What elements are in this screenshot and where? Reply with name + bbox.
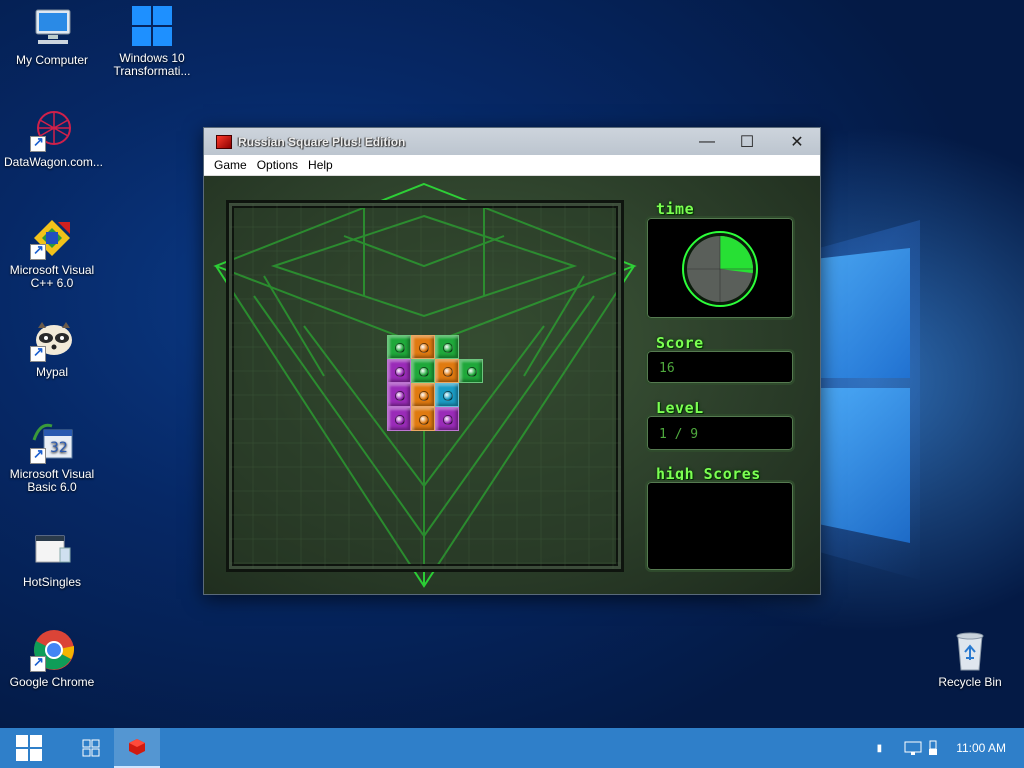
score-value: 16 [659,361,675,376]
desktop-icon-recycle-bin[interactable]: Recycle Bin [922,628,1018,689]
block-orange [411,383,435,407]
block-purple [435,407,459,431]
block-gem-icon [419,415,429,425]
mypal-raccoon-icon [30,318,74,362]
desktop-icon-label: Microsoft Visual C++ 6.0 [9,263,95,290]
block-purple [387,359,411,383]
desktop-icon-windows-10-transformation[interactable]: Windows 10 Transformati... [104,4,200,78]
desktop-icon-label: HotSingles [22,575,82,589]
russian-square-app-icon [129,739,145,755]
start-button[interactable] [0,728,58,768]
block-gem-icon [443,343,453,353]
block-gem-icon [443,391,453,401]
block-green [387,335,411,359]
menu-game[interactable]: Game [209,158,252,172]
desktop-icon-my-computer[interactable]: My Computer [4,6,100,67]
block-orange [435,359,459,383]
russian-square-window: Russian Square Plus! Edition — ☐ ✕ Game … [203,127,821,595]
desktop-icon-label: DataWagon.com... [4,155,103,169]
block-orange [411,407,435,431]
taskbar-russian-square[interactable] [114,728,160,768]
maximize-button[interactable]: ☐ [724,128,770,155]
desktop-icon-hotsingles[interactable]: HotSingles [4,528,100,589]
desktop-icon-label: My Computer [15,53,89,67]
block-green [435,335,459,359]
shortcut-arrow-icon [30,447,46,464]
desktop-icon-label: Mypal [35,365,68,379]
block-gem-icon [443,415,453,425]
block-cyan [435,383,459,407]
windows-logo-icon [130,4,174,48]
taskbar-clock[interactable]: 11:00 AM [956,741,1006,755]
block-gem-icon [395,391,405,401]
window-titlebar[interactable]: Russian Square Plus! Edition — ☐ ✕ [204,128,820,155]
desktop-icon-datawagon[interactable]: DataWagon.com... [4,108,103,169]
block-gem-icon [467,367,477,377]
svg-text:32: 32 [50,440,68,456]
shortcut-arrow-icon [30,135,46,152]
game-board[interactable] [226,200,624,572]
shortcut-arrow-icon [30,345,46,362]
task-view-button[interactable] [68,728,114,768]
datawagon-icon [30,108,74,152]
menu-help[interactable]: Help [303,158,338,172]
shortcut-arrow-icon [30,655,46,672]
high-scores-panel [645,480,795,572]
network-icon[interactable] [904,740,922,756]
level-panel: 1 / 9 [645,414,795,452]
block-gem-icon [395,343,405,353]
desktop-icon-visual-cpp[interactable]: Microsoft Visual C++ 6.0 [4,216,100,290]
block-gem-icon [419,343,429,353]
block-gem-icon [395,415,405,425]
desktop-icon-visual-basic[interactable]: 32 Microsoft Visual Basic 6.0 [4,420,100,494]
shortcut-arrow-icon [30,243,46,260]
tray-overflow-icon[interactable]: ▮ [877,743,883,754]
desktop-icon-label: Google Chrome [9,675,95,689]
system-tray: ▮ 11:00 AM [877,728,1006,768]
folder-icon [30,528,74,572]
wallpaper-logo-pane [820,248,910,378]
block-purple [387,383,411,407]
desktop-icon-label: Windows 10 Transformati... [113,51,191,78]
desktop-icon-label: Microsoft Visual Basic 6.0 [9,467,95,494]
taskbar: ▮ 11:00 AM [0,728,1024,768]
block-orange [411,335,435,359]
level-value: 1 / 9 [659,427,699,442]
recycle-bin-icon [948,628,992,672]
visual-basic-icon: 32 [30,420,74,464]
app-cube-icon [216,134,232,149]
desktop-icon-google-chrome[interactable]: Google Chrome [4,628,100,689]
block-green [411,359,435,383]
visual-cpp-icon [30,216,74,260]
chrome-icon [30,628,74,672]
game-area: time Score 16 LeveL 1 / 9 high Scores [204,176,820,594]
menu-bar: Game Options Help [204,155,820,176]
score-panel: 16 [645,349,795,385]
window-title: Russian Square Plus! Edition [238,134,406,149]
desktop-icon-label: Recycle Bin [938,675,1002,689]
block-gem-icon [419,391,429,401]
block-gem-icon [419,367,429,377]
time-panel [645,216,795,320]
usb-device-icon[interactable] [928,740,938,756]
computer-icon [30,6,74,50]
block-green [459,359,483,383]
block-gem-icon [443,367,453,377]
menu-options[interactable]: Options [252,158,303,172]
timer-dial [682,231,758,307]
task-view-icon [82,739,100,757]
wallpaper-logo-pane [820,388,910,543]
close-button[interactable]: ✕ [774,128,820,155]
block-gem-icon [395,367,405,377]
block-purple [387,407,411,431]
desktop-icon-mypal[interactable]: Mypal [4,318,100,379]
start-icon [16,735,42,761]
